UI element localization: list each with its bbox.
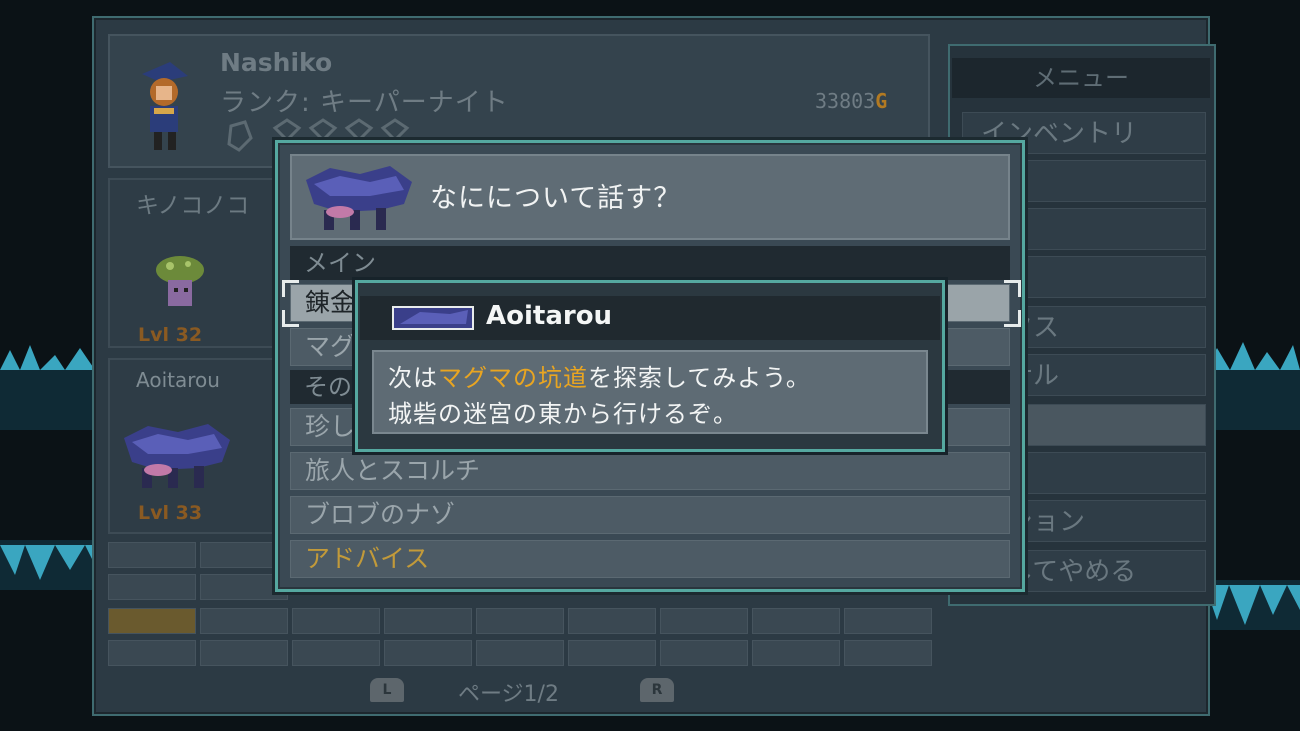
- aoitarou-monster-sprite: [124, 424, 230, 488]
- talk-option-blob[interactable]: ブロブのナゾ: [290, 496, 1010, 534]
- monster-grid-cell[interactable]: [108, 574, 196, 600]
- page-indicator: ページ1/2: [458, 682, 559, 707]
- cave-background-left: [0, 345, 95, 590]
- monster-grid-cell[interactable]: [476, 608, 564, 634]
- monster-grid-cell[interactable]: [568, 640, 656, 666]
- speaker-icon: [390, 304, 476, 332]
- party-slot-1-name: キノコノコ: [136, 193, 250, 219]
- speech-line-1: 次はマグマの坑道を探索してみよう。: [388, 364, 811, 392]
- monster-grid-cell[interactable]: [292, 640, 380, 666]
- monster-grid-cell[interactable]: [384, 608, 472, 634]
- key-badge-icon: [227, 120, 253, 152]
- selection-corner-icon: [1004, 280, 1021, 297]
- diamond-badge-icon: [380, 118, 410, 143]
- monster-grid-cell[interactable]: [384, 640, 472, 666]
- monster-grid-cell[interactable]: [752, 608, 840, 634]
- monster-grid-cell[interactable]: [200, 640, 288, 666]
- character-name: Nashiko: [220, 48, 333, 77]
- character-portrait: [142, 62, 188, 150]
- talk-option-advice[interactable]: アドバイス: [290, 540, 1010, 578]
- monster-grid-cell[interactable]: [752, 640, 840, 666]
- selection-corner-icon: [282, 310, 299, 327]
- monster-grid-cell[interactable]: [660, 608, 748, 634]
- speech-line-2: 城砦の迷宮の東から行けるぞ。: [388, 400, 738, 428]
- monster-grid-cell[interactable]: [844, 640, 932, 666]
- party-slot-2-level: Lvl 33: [138, 502, 203, 524]
- monster-grid-cell[interactable]: [660, 640, 748, 666]
- party-slot-1-level: Lvl 32: [138, 324, 203, 346]
- diamond-badge-icon: [344, 118, 374, 143]
- monster-grid-cell[interactable]: [476, 640, 564, 666]
- mushroom-monster-sprite: [156, 256, 204, 306]
- gold-amount: 33803G: [815, 89, 888, 113]
- monster-grid-cell[interactable]: [200, 608, 288, 634]
- monster-grid-cell[interactable]: [844, 608, 932, 634]
- section-main: メイン: [290, 246, 1010, 280]
- talk-question: なにについて話す？: [430, 183, 682, 214]
- aoitarou-portrait: [306, 166, 412, 230]
- cave-background-right: [1205, 342, 1300, 630]
- page-prev-button[interactable]: L: [370, 678, 404, 702]
- monster-grid-cell[interactable]: [568, 608, 656, 634]
- selection-corner-icon: [282, 280, 299, 297]
- monster-grid-cell[interactable]: [108, 608, 196, 634]
- diamond-badge-icon: [308, 118, 338, 143]
- selection-corner-icon: [1004, 310, 1021, 327]
- monster-grid-cell[interactable]: [108, 542, 196, 568]
- character-rank: ランク: キーパーナイト: [220, 88, 509, 118]
- monster-grid-cell[interactable]: [292, 608, 380, 634]
- talk-option-traveler[interactable]: 旅人とスコルチ: [290, 452, 1010, 490]
- page-next-button[interactable]: R: [640, 678, 674, 702]
- monster-grid-cell[interactable]: [108, 640, 196, 666]
- location-highlight: マグマの坑道: [438, 364, 588, 392]
- speaker-name: Aoitarou: [486, 301, 613, 331]
- gold-coin-icon: G: [875, 89, 888, 113]
- party-slot-2-name: Aoitarou: [136, 368, 220, 392]
- menu-title: メニュー: [952, 58, 1210, 98]
- diamond-badge-icon: [272, 118, 302, 143]
